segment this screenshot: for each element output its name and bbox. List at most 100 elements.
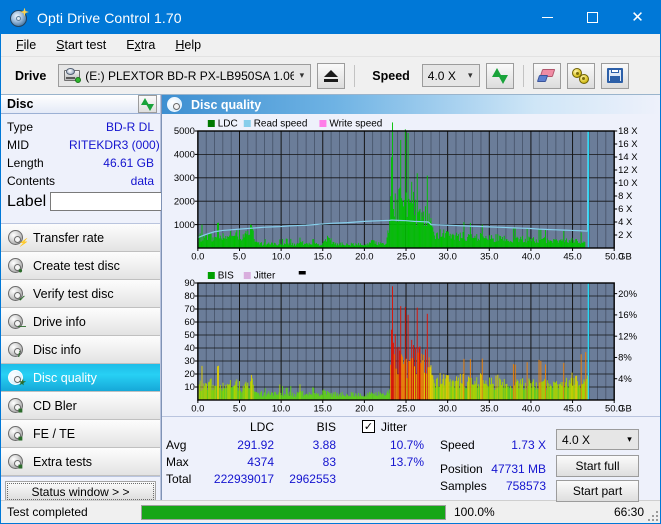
optical-drive-icon: [64, 68, 82, 83]
maximize-button[interactable]: [570, 1, 615, 34]
disc-test-icon: i: [8, 341, 25, 358]
minimize-icon: [542, 17, 553, 18]
svg-text:8%: 8%: [618, 353, 632, 364]
jitter-checkbox[interactable]: ✓: [362, 420, 375, 433]
disc-label-row: Label: [7, 191, 226, 212]
charts-area: 1000 2000 3000 4000 5000 2 X 4 X 6 X 8 X 10 X 12 X…: [162, 114, 660, 416]
toolbar-divider-2: [522, 64, 524, 87]
disc-row-mid: MID RITEKDR3 (000): [7, 137, 160, 153]
chevron-down-icon: ▾: [468, 70, 473, 81]
status-bar: Test completed 100.0% 66:30: [1, 500, 660, 523]
svg-text:BIS: BIS: [218, 271, 234, 282]
start-full-button[interactable]: Start full: [556, 455, 639, 477]
svg-text:2000: 2000: [174, 196, 195, 207]
close-icon: ✕: [631, 8, 644, 26]
svg-text:90: 90: [184, 278, 195, 289]
sidebar-item-label: Drive info: [33, 314, 86, 329]
menu-extra[interactable]: Extra: [117, 35, 164, 55]
disc-test-icon: ●: [8, 257, 25, 274]
start-part-button[interactable]: Start part: [556, 480, 639, 502]
sidebar-item-transfer-rate[interactable]: ⚡ Transfer rate: [1, 224, 160, 252]
svg-text:10 X: 10 X: [618, 178, 638, 189]
toolbar-divider-1: [354, 64, 356, 87]
bis-jitter-chart[interactable]: 10 20 30 40 50 60 70 80 90 4% 8% 12% 16% 20% 0.0 5.0 10.…: [162, 266, 660, 418]
disc-refresh-button[interactable]: [138, 95, 157, 113]
stats-ldc-total: 222939017: [213, 472, 274, 486]
progress-bar: [141, 504, 446, 520]
stats-jitter-avg: 10.7%: [389, 438, 424, 452]
stats-bis-max: 83: [322, 455, 336, 469]
eject-icon: [324, 69, 339, 82]
sidebar-item-drive-info[interactable]: — Drive info: [1, 308, 160, 336]
svg-text:2 X: 2 X: [618, 230, 633, 241]
svg-text:45.0: 45.0: [563, 251, 581, 262]
svg-text:Write speed: Write speed: [329, 119, 382, 130]
settings-button[interactable]: [566, 62, 595, 89]
stats-bis-avg: 3.88: [312, 438, 336, 452]
svg-text:14 X: 14 X: [618, 152, 638, 163]
svg-text:40.0: 40.0: [522, 251, 540, 262]
maximize-icon: [587, 12, 598, 23]
menu-start-test[interactable]: Start test: [47, 35, 115, 55]
sidebar-item-disc-info[interactable]: i Disc info: [1, 336, 160, 364]
speed-select[interactable]: 4.0 X ▾: [421, 64, 480, 87]
sidebar-item-cd-bler[interactable]: ■ CD Bler: [1, 392, 160, 420]
refresh-icon: [491, 67, 508, 84]
svg-text:0.0: 0.0: [191, 403, 204, 414]
sidebar-item-label: FE / TE: [33, 426, 76, 441]
svg-text:Jitter: Jitter: [254, 271, 276, 282]
eraser-icon: [536, 68, 556, 83]
floppy-save-icon: [606, 68, 623, 83]
ldc-chart[interactable]: 1000 2000 3000 4000 5000 2 X 4 X 6 X 8 X 10 X 12 X…: [162, 114, 660, 266]
disc-row-length: Length 46.61 GB: [7, 155, 154, 171]
disc-row-key: MID: [7, 138, 29, 152]
status-window-button[interactable]: Status window > >: [5, 481, 156, 502]
disc-quality-icon: [167, 96, 184, 113]
svg-text:70: 70: [184, 304, 195, 315]
disc-panel-title: Disc: [7, 97, 34, 111]
menu-help[interactable]: Help: [166, 35, 210, 55]
body: Disc Type BD-R DL MID RITEKDR3 (000) Len…: [1, 95, 660, 506]
bis-jitter-chart-svg: 10 20 30 40 50 60 70 80 90 4% 8% 12% 16% 20% 0.0 5.0 10.…: [184, 271, 637, 415]
svg-text:8 X: 8 X: [618, 191, 633, 202]
sidebar-item-disc-quality[interactable]: ★ Disc quality: [1, 364, 160, 392]
minimize-button[interactable]: [525, 1, 570, 34]
menu-file[interactable]: File: [7, 35, 45, 55]
svg-text:16 X: 16 X: [618, 139, 638, 150]
save-button[interactable]: [600, 62, 629, 89]
test-speed-select[interactable]: 4.0 X ▾: [556, 429, 639, 450]
eject-button[interactable]: [317, 62, 346, 89]
stats-grid: LDC BIS Avg 291.92 3.88 Max 4374 83 Tota…: [162, 417, 660, 502]
svg-text:40.0: 40.0: [522, 403, 540, 414]
disc-row-value: 46.61 GB: [103, 156, 154, 170]
svg-text:25.0: 25.0: [397, 251, 415, 262]
svg-text:3000: 3000: [174, 173, 195, 184]
svg-text:10.0: 10.0: [272, 403, 290, 414]
resize-grip[interactable]: [646, 509, 658, 521]
disc-row-key: Length: [7, 156, 44, 170]
refresh-button[interactable]: [485, 62, 514, 89]
svg-text:18 X: 18 X: [618, 126, 638, 137]
sidebar-item-extra-tests[interactable]: ■ Extra tests: [1, 448, 160, 476]
stats-col-ldc: LDC: [249, 420, 274, 434]
samples-value: 758573: [505, 479, 546, 493]
disc-row-value: BD-R DL: [105, 120, 154, 134]
sidebar-item-verify-test-disc[interactable]: ✓ Verify test disc: [1, 280, 160, 308]
svg-text:6 X: 6 X: [618, 204, 633, 215]
title-bar: Opti Drive Control 1.70 ✕: [1, 1, 660, 34]
app-disc-icon: [9, 7, 31, 29]
disc-test-icon: ⚡: [8, 229, 28, 246]
svg-text:12 X: 12 X: [618, 165, 638, 176]
sidebar-item-create-test-disc[interactable]: ● Create test disc: [1, 252, 160, 280]
refresh-icon: [141, 97, 154, 111]
drive-select[interactable]: (E:) PLEXTOR BD-R PX-LB950SA 1.06 ▾: [58, 64, 312, 87]
disc-test-icon: —: [8, 313, 26, 330]
erase-button[interactable]: [532, 62, 561, 89]
svg-text:50: 50: [184, 330, 195, 341]
svg-text:16%: 16%: [618, 310, 637, 321]
svg-text:4000: 4000: [174, 150, 195, 161]
svg-text:GB: GB: [618, 403, 632, 414]
position-value: 47731 MB: [491, 462, 546, 476]
close-button[interactable]: ✕: [615, 1, 660, 34]
sidebar-item-fe-te[interactable]: ■ FE / TE: [1, 420, 160, 448]
